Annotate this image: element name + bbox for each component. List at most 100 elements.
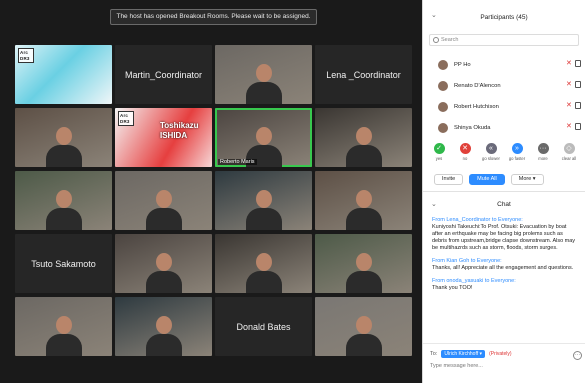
- reaction-label: no: [462, 156, 468, 161]
- participant-video: [45, 182, 82, 230]
- video-tile[interactable]: [215, 234, 312, 293]
- reaction-button[interactable]: « go slower: [480, 143, 502, 168]
- video-tile[interactable]: [315, 108, 412, 167]
- video-tile[interactable]: Lena _Coordinator: [315, 45, 412, 104]
- reaction-button[interactable]: ✓ yes: [428, 143, 450, 168]
- participant-name: Tsuto Sakamoto: [31, 258, 96, 269]
- participant-row-name: Robert Hutchison: [454, 103, 499, 110]
- reaction-button[interactable]: ◇ clear all: [558, 143, 580, 168]
- collapse-chat-chevron-icon[interactable]: ⌄: [431, 200, 437, 208]
- to-label: To:: [430, 351, 438, 357]
- reaction-label: more: [538, 156, 548, 161]
- video-tile[interactable]: [315, 171, 412, 230]
- chat-message: From Lena_Coordinator to Everyone: Kuniyo…: [432, 217, 576, 252]
- participant-video: [45, 308, 82, 356]
- search-placeholder: Search: [441, 37, 459, 43]
- video-tile[interactable]: Roberto Maris: [215, 108, 312, 167]
- collapse-chevron-icon[interactable]: ⌄: [431, 11, 437, 19]
- slide-overlay-name: Toshikazu ISHIDA: [160, 121, 199, 140]
- participant-video: [345, 308, 382, 356]
- reaction-icon: ◇: [563, 143, 575, 154]
- participant-name: Martin_Coordinator: [124, 69, 203, 80]
- reaction-label: go faster: [508, 156, 526, 161]
- reaction-button[interactable]: ✕ no: [454, 143, 476, 168]
- video-tile[interactable]: Donald Bates: [215, 297, 312, 356]
- participant-row-name: Shinya Okuda: [454, 124, 491, 131]
- video-tile[interactable]: [115, 171, 212, 230]
- reaction-icon: ···: [537, 143, 549, 154]
- video-off-icon: [575, 60, 581, 67]
- video-tile[interactable]: Arc DR3 Toshikazu ISHIDA: [115, 108, 212, 167]
- video-tile[interactable]: [115, 234, 212, 293]
- participant-row[interactable]: Renato D'Alencon ✕: [423, 75, 585, 96]
- gallery-view: The host has opened Breakout Rooms. Plea…: [0, 0, 422, 383]
- zoom-window: The host has opened Breakout Rooms. Plea…: [0, 0, 585, 383]
- reaction-label: yes: [435, 156, 443, 161]
- video-tile[interactable]: [15, 297, 112, 356]
- participant-actions: Invite Mute All More ▾: [423, 168, 585, 191]
- mic-muted-icon: ✕: [566, 102, 572, 109]
- more-button[interactable]: More ▾: [510, 174, 544, 185]
- participant-name: Donald Bates: [236, 321, 291, 332]
- video-tile[interactable]: [15, 108, 112, 167]
- participants-header: ⌄ Participants (45): [423, 0, 585, 34]
- participant-name-label: Roberto Maris: [218, 159, 257, 165]
- avatar: [438, 59, 448, 70]
- mute-all-button[interactable]: Mute All: [469, 174, 505, 185]
- avatar: [438, 122, 448, 133]
- reaction-icon: ✕: [459, 143, 471, 154]
- recipient-row: To: Ulrich Kirchhoff ▾ (Privately): [430, 350, 579, 358]
- participant-name: Lena _Coordinator: [326, 69, 401, 80]
- video-tile[interactable]: Martin_Coordinator: [115, 45, 212, 104]
- participant-row[interactable]: Robert Hutchison ✕: [423, 96, 585, 117]
- participant-video: [345, 182, 382, 230]
- reaction-button[interactable]: ··· more: [532, 143, 554, 168]
- participant-video: [245, 245, 282, 293]
- video-off-icon: [575, 81, 581, 88]
- sidebar: ⌄ Participants (45) Search PP Ho ✕ Renato …: [422, 0, 585, 383]
- video-tile[interactable]: [315, 297, 412, 356]
- participants-title: Participants (45): [480, 13, 528, 21]
- breakout-notice-banner: The host has opened Breakout Rooms. Plea…: [110, 9, 317, 25]
- video-tile[interactable]: [215, 45, 312, 104]
- reaction-icon: ✓: [433, 143, 445, 154]
- video-tile[interactable]: [215, 171, 312, 230]
- mic-muted-icon: ✕: [566, 123, 572, 130]
- participant-video: [145, 182, 182, 230]
- participant-search[interactable]: Search: [429, 34, 579, 46]
- avatar: [438, 101, 448, 112]
- video-grid: Arc DR3 Martin_Coordinator Lena _Coordinat…: [15, 45, 413, 357]
- video-off-icon: [575, 123, 581, 130]
- mic-muted-icon: ✕: [566, 81, 572, 88]
- chat-more-icon[interactable]: ···: [573, 351, 582, 360]
- message-text: Thanks, all! Appreciate all the engageme…: [432, 265, 574, 271]
- recipient-select[interactable]: Ulrich Kirchhoff ▾: [441, 350, 486, 358]
- video-tile[interactable]: [315, 234, 412, 293]
- reaction-label: clear all: [561, 156, 577, 161]
- video-tile[interactable]: [15, 171, 112, 230]
- chat-composer: To: Ulrich Kirchhoff ▾ (Privately) ···: [423, 343, 585, 383]
- chat-message-input[interactable]: [430, 363, 570, 369]
- participant-row[interactable]: PP Ho ✕: [423, 54, 585, 75]
- participant-row[interactable]: Shinya Okuda ✕: [423, 117, 585, 138]
- reaction-button[interactable]: » go faster: [506, 143, 528, 168]
- video-off-icon: [575, 102, 581, 109]
- chat-title: Chat: [497, 201, 511, 208]
- message-text: Thank you TOO!: [432, 285, 473, 291]
- mic-muted-icon: ✕: [566, 60, 572, 67]
- arcdr3-logo: Arc DR3: [18, 48, 34, 63]
- participant-video: [245, 56, 282, 104]
- chat-message: From Kian Goh to Everyone: Thanks, all! A…: [432, 258, 576, 272]
- participant-video: [245, 182, 282, 230]
- nonverbal-feedback-bar: ✓ yes ✕ no « go slower » go faster ··· more ◇ clear…: [423, 138, 585, 168]
- chat-messages: From Lena_Coordinator to Everyone: Kuniyo…: [423, 217, 585, 292]
- invite-button[interactable]: Invite: [434, 174, 464, 185]
- search-icon: [433, 37, 439, 43]
- video-tile[interactable]: Arc DR3: [15, 45, 112, 104]
- reaction-icon: «: [485, 143, 497, 154]
- video-tile[interactable]: [115, 297, 212, 356]
- message-text: Kuniyoshi Takeuchi:To Prof. Otsuki: Evac…: [432, 224, 576, 251]
- participant-list: PP Ho ✕ Renato D'Alencon ✕ Robert Hutchison ✕…: [423, 54, 585, 138]
- video-tile[interactable]: Tsuto Sakamoto: [15, 234, 112, 293]
- participant-video: [45, 119, 82, 167]
